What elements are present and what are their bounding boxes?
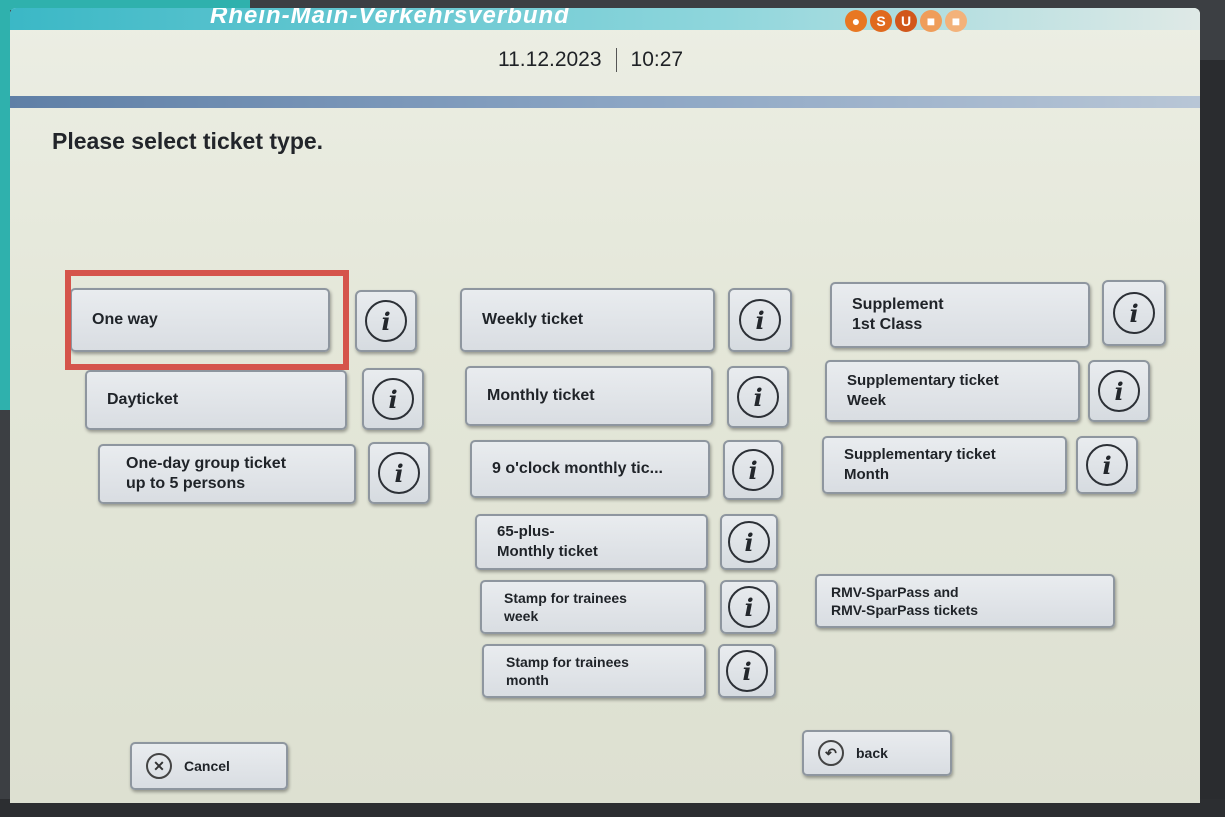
info-icon: i: [365, 300, 407, 342]
info-dayticket-button[interactable]: i: [362, 368, 424, 430]
info-icon: i: [728, 586, 770, 628]
info-supplementary-month-button[interactable]: i: [1076, 436, 1138, 494]
bus-icon: ■: [920, 10, 942, 32]
info-supplement-1st-button[interactable]: i: [1102, 280, 1166, 346]
ticket-label: Dayticket: [107, 391, 179, 408]
info-supplementary-week-button[interactable]: i: [1088, 360, 1150, 422]
brand-name: Rhein-Main-Verkehrsverbund: [210, 8, 570, 29]
time: 10:27: [630, 48, 684, 71]
info-trainees-week-button[interactable]: i: [720, 580, 778, 634]
info-trainees-month-button[interactable]: i: [718, 644, 776, 698]
datetime-separator: [615, 48, 617, 72]
datetime: 11.12.2023 10:27: [498, 48, 683, 72]
bezel-right: [1200, 60, 1225, 817]
kiosk-screen: Rhein-Main-Verkehrsverbund ● S U ■ ■ 11.…: [10, 8, 1200, 803]
info-icon: i: [726, 650, 768, 692]
ticket-trainees-month-button[interactable]: Stamp for trainees month: [482, 644, 706, 698]
info-monthly-button[interactable]: i: [727, 366, 789, 428]
info-icon: i: [732, 449, 774, 491]
cancel-label: Cancel: [184, 758, 230, 774]
back-button[interactable]: ↶ back: [802, 730, 952, 776]
ticket-label: One-day group ticket up to 5 persons: [126, 455, 287, 492]
info-weekly-button[interactable]: i: [728, 288, 792, 352]
cancel-button[interactable]: ✕ Cancel: [130, 742, 288, 790]
ticket-dayticket-button[interactable]: Dayticket: [85, 370, 347, 430]
info-icon: i: [1113, 292, 1155, 334]
info-icon: i: [728, 521, 770, 563]
ticket-65plus-button[interactable]: 65-plus- Monthly ticket: [475, 514, 708, 570]
info-icon: i: [1086, 444, 1128, 486]
ticket-sparpass-button[interactable]: RMV-SparPass and RMV-SparPass tickets: [815, 574, 1115, 628]
ticket-label: 9 o'clock monthly tic...: [492, 460, 663, 477]
ticket-label: Monthly ticket: [487, 387, 595, 404]
ticket-supplementary-week-button[interactable]: Supplementary ticket Week: [825, 360, 1080, 422]
back-arrow-icon: ↶: [818, 740, 844, 766]
ticket-label: 65-plus- Monthly ticket: [497, 523, 598, 560]
transport-logos: ● S U ■ ■: [845, 10, 967, 32]
frame-teal-left: [0, 0, 10, 410]
ticket-monthly-button[interactable]: Monthly ticket: [465, 366, 713, 426]
ticket-label: RMV-SparPass and RMV-SparPass tickets: [831, 584, 979, 618]
close-icon: ✕: [146, 753, 172, 779]
back-label: back: [856, 745, 888, 761]
ticket-trainees-week-button[interactable]: Stamp for trainees week: [480, 580, 706, 634]
info-icon: i: [1098, 370, 1140, 412]
ticket-supplementary-month-button[interactable]: Supplementary ticket Month: [822, 436, 1067, 494]
ticket-9oclock-button[interactable]: 9 o'clock monthly tic...: [470, 440, 710, 498]
u-bahn-icon: U: [895, 10, 917, 32]
info-65plus-button[interactable]: i: [720, 514, 778, 570]
ticket-label: Stamp for trainees month: [506, 654, 629, 688]
ticket-label: Supplementary ticket Month: [844, 446, 996, 483]
ticket-label: Supplement 1st Class: [852, 296, 944, 333]
ticket-label: Supplementary ticket Week: [847, 372, 999, 409]
ticket-label: Stamp for trainees week: [504, 590, 627, 624]
top-bar: Rhein-Main-Verkehrsverbund ● S U ■ ■: [10, 8, 1200, 32]
ticket-group-button[interactable]: One-day group ticket up to 5 persons: [98, 444, 356, 504]
s-bahn-icon: S: [870, 10, 892, 32]
train-icon: ●: [845, 10, 867, 32]
header-band: [10, 96, 1200, 108]
date: 11.12.2023: [498, 48, 602, 71]
ticket-weekly-button[interactable]: Weekly ticket: [460, 288, 715, 352]
ticket-label: Weekly ticket: [482, 311, 584, 328]
info-icon: i: [739, 299, 781, 341]
tram-icon: ■: [945, 10, 967, 32]
info-icon: i: [378, 452, 420, 494]
page-title: Please select ticket type.: [52, 128, 324, 154]
info-icon: i: [372, 378, 414, 420]
ticket-supplement-1st-button[interactable]: Supplement 1st Class: [830, 282, 1090, 348]
info-icon: i: [737, 376, 779, 418]
info-9oclock-button[interactable]: i: [723, 440, 783, 500]
info-one-way-button[interactable]: i: [355, 290, 417, 352]
selection-highlight: [65, 270, 349, 370]
info-group-button[interactable]: i: [368, 442, 430, 504]
